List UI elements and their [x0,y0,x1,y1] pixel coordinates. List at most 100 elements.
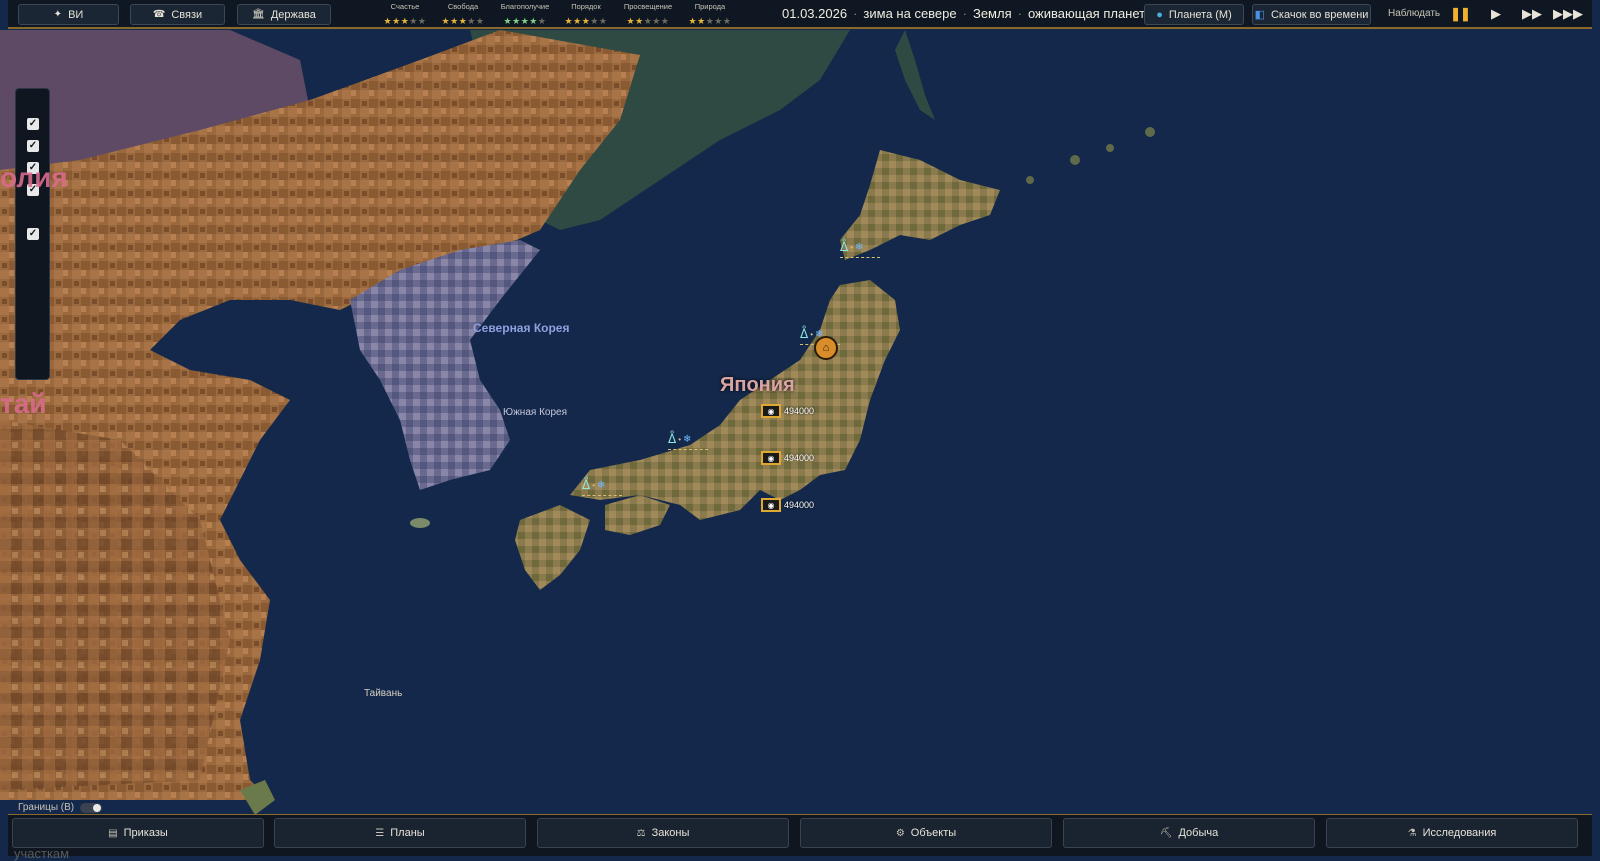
borders-toggle-row[interactable]: Границы (B) [18,802,103,813]
star-icon: ★ [400,16,410,26]
person-icon: ᐂ [582,478,591,492]
tab-orders[interactable]: ▤ Приказы [12,818,264,848]
time-jump-button[interactable]: ◧ Скачок во времени [1252,4,1371,25]
china-label: тай [0,388,47,419]
star-icon: ★ [564,16,574,26]
play-icon[interactable]: ▶ [1484,6,1508,22]
stat-4[interactable]: Просвещение ★★★★★ [618,2,678,27]
star-icon: ★ [581,16,591,26]
stat-label: Природа [694,2,726,11]
stat-label: Просвещение [623,2,673,11]
star-icon: ★ [688,16,698,26]
world-map[interactable] [0,0,1600,856]
star-icon: ★ [441,16,451,26]
observe-button[interactable]: Наблюдать [1388,8,1440,19]
star-icon: ★ [458,16,468,26]
snowflake-icon: ❄ [855,241,864,253]
layer-checkbox-5[interactable]: ✓ [27,228,39,240]
star-icon: ★ [467,16,476,26]
unit-badge-value: 494000 [784,500,815,510]
status-line: 01.03.2026 · зима на севере · Земля · оживающа… [782,6,1153,21]
skip-icon: ◧ [1254,9,1265,21]
planet-name: Земля [972,6,1012,21]
star-icon: ★ [383,16,393,26]
pause-icon[interactable]: ❚❚ [1448,6,1472,22]
ai-button-label: ВИ [68,8,84,21]
bottom-bar: ▤ Приказы ☰ Планы ⚖ Законы ⚙ Объекты ⛏ Добыча… [8,814,1592,856]
relations-button[interactable]: ☎ Связи [130,4,225,25]
layer-checkbox-1[interactable]: ✓ [27,118,39,130]
stat-label: Порядок [571,2,601,11]
tab-laws-label: Законы [651,827,690,839]
ai-button[interactable]: ✦ ВИ [18,4,119,25]
star-icon: ★ [503,16,513,26]
star-icon: ★ [450,16,459,26]
eye-icon: ◉ [761,451,781,465]
mongolia-label: олия [0,162,68,193]
unit-badge-1[interactable]: ◉ 494000 [761,404,814,418]
borders-toggle[interactable] [80,802,103,813]
list-icon: ▤ [108,827,118,839]
unit-badge-value: 494000 [784,453,815,463]
snowflake-icon: ❄ [683,433,692,445]
tab-objects[interactable]: ⚙ Объекты [800,818,1052,848]
unit-badge-value: 494000 [784,406,815,416]
tab-orders-label: Приказы [123,827,168,839]
stat-3[interactable]: Порядок ★★★★★ [556,2,616,27]
star-icon: ★ [598,16,608,26]
tab-plans[interactable]: ☰ Планы [274,818,526,848]
unit-badge-2[interactable]: ◉ 494000 [761,451,814,465]
tab-objects-label: Объекты [910,827,957,839]
eye-icon: ◉ [761,404,781,418]
star-rating: ★★★★★ [556,15,616,27]
star-rating: ★★★★★ [495,15,555,27]
tab-mining[interactable]: ⛏ Добыча [1063,818,1315,848]
star-icon: ★ [705,16,715,26]
tab-laws[interactable]: ⚖ Законы [537,818,789,848]
star-icon: ★ [626,16,636,26]
tab-research[interactable]: ⚗ Исследования [1326,818,1578,848]
gear-icon: ⚙ [895,827,905,839]
planet-state: оживающая планета [1027,6,1153,21]
state-button-label: Держава [270,8,316,21]
unit-marker-west-honshu[interactable]: ᐂ • ❄ [668,432,708,450]
stat-2[interactable]: Благополучие ★★★★★ [495,2,555,27]
japan-label[interactable]: Япония [720,374,795,397]
person-icon: ᐂ [840,240,849,254]
star-rating: ★★★★★ [433,15,493,27]
star-icon: ★ [590,16,599,26]
globe-icon: ● [1156,8,1163,21]
stat-5[interactable]: Природа ★★★★★ [680,2,740,27]
tab-mining-label: Добыча [1178,827,1219,839]
stat-label: Благополучие [500,2,550,11]
state-button[interactable]: 🏛 Держава [237,4,331,25]
unit-marker-kyushu[interactable]: ᐂ • ❄ [582,478,622,496]
stat-0[interactable]: Счастье ★★★★★ [375,2,435,27]
star-icon: ★ [643,16,653,26]
planet-view-button[interactable]: ● Планета (M) [1144,4,1244,25]
star-rating: ★★★★★ [618,15,678,27]
south-korea-label[interactable]: Южная Корея [503,407,567,418]
stat-1[interactable]: Свобода ★★★★★ [433,2,493,27]
fastest-forward-icon[interactable]: ▶▶▶ [1553,6,1583,22]
north-korea-label[interactable]: Северная Корея [473,321,569,335]
sparkle-icon: ✦ [53,9,63,20]
taiwan-label[interactable]: Тайвань [364,688,402,699]
person-icon: ᐂ [668,432,677,446]
unit-badge-3[interactable]: ◉ 494000 [761,498,814,512]
relations-button-label: Связи [171,8,203,21]
eye-icon: ◉ [761,498,781,512]
star-icon: ★ [475,16,485,26]
time-jump-label: Скачок во времени [1270,8,1369,21]
layer-checkbox-2[interactable]: ✓ [27,140,39,152]
menu-icon: ☰ [375,827,385,839]
star-icon: ★ [660,16,670,26]
snowflake-icon: ❄ [597,479,606,491]
unit-marker-hokkaido[interactable]: ᐂ • ❄ [840,240,880,258]
fast-forward-icon[interactable]: ▶▶ [1520,6,1544,22]
home-icon[interactable]: ⌂ [814,336,838,360]
star-rating: ★★★★★ [375,15,435,27]
borders-toggle-label: Границы (B) [18,802,75,813]
star-icon: ★ [520,16,530,26]
flask-icon: ⚗ [1407,827,1417,839]
